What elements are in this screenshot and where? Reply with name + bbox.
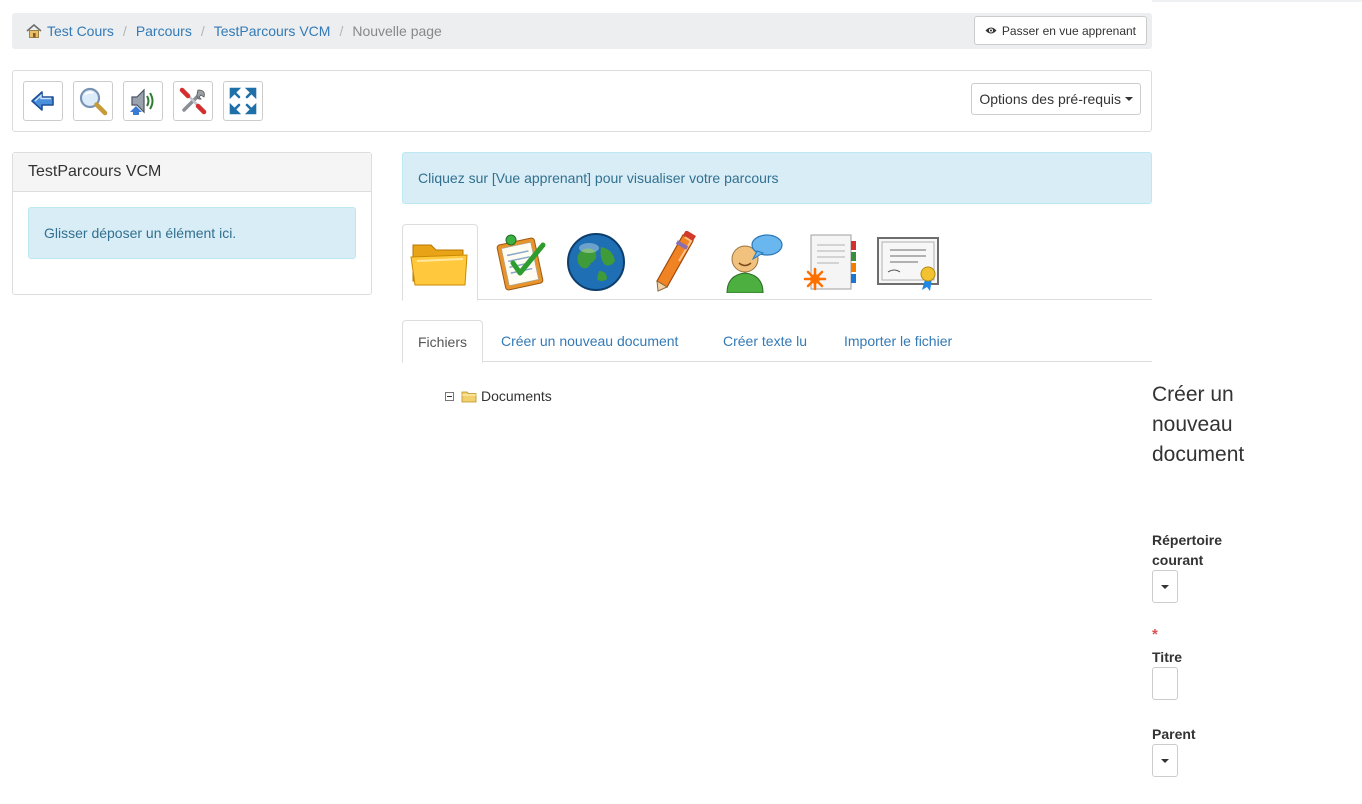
breadcrumb: Test Cours / Parcours / TestParcours VCM…	[12, 13, 1152, 49]
current-directory-select[interactable]	[1152, 570, 1178, 603]
required-marker: *	[1152, 626, 1158, 643]
learner-view-button[interactable]: Passer en vue apprenant	[973, 16, 1147, 45]
current-directory-label: Répertoire courant	[1152, 532, 1223, 568]
eye-icon	[985, 27, 997, 34]
tab-certificate[interactable]	[870, 224, 946, 300]
collapse-icon[interactable]	[445, 391, 454, 401]
tab-quiz[interactable]	[480, 224, 556, 300]
tab-assignments[interactable]	[636, 224, 712, 300]
toolbar: Options des pré-requis	[12, 70, 1152, 132]
forum-user-icon	[726, 234, 783, 293]
speaker-icon	[130, 88, 154, 115]
prerequisites-dropdown[interactable]: Options des pré-requis	[971, 83, 1141, 115]
drop-zone[interactable]: Glisser déposer un élément ici.	[28, 207, 356, 259]
learner-view-label: Passer en vue apprenant	[1001, 23, 1136, 38]
top-edge-line	[1152, 0, 1362, 2]
fullscreen-button[interactable]	[223, 81, 263, 121]
breadcrumb-separator: /	[339, 23, 344, 39]
pen-assignment-icon	[656, 231, 696, 292]
form-title: Créer un nouveau document	[1152, 383, 1245, 466]
audio-button[interactable]	[123, 81, 163, 121]
breadcrumb-current: Nouvelle page	[352, 23, 442, 39]
breadcrumb-label: Test Cours	[47, 23, 114, 39]
breadcrumb-learnpath-link[interactable]: TestParcours VCM	[214, 23, 331, 39]
tab-create-read-text[interactable]: Créer texte lu	[708, 320, 822, 362]
certificate-icon	[877, 237, 939, 291]
tree-root-label[interactable]: Documents	[481, 388, 552, 404]
title-label: Titre	[1152, 649, 1183, 665]
breadcrumb-course-link[interactable]: Test Cours	[26, 23, 114, 39]
magnifier-icon	[79, 87, 108, 116]
breadcrumb-separator: /	[122, 23, 127, 39]
panel-title: TestParcours VCM	[13, 153, 371, 192]
folder-icon	[461, 391, 477, 402]
breadcrumb-parcours-link[interactable]: Parcours	[136, 23, 192, 39]
tab-files[interactable]: Fichiers	[402, 320, 484, 363]
learnpath-panel: TestParcours VCM Glisser déposer un élém…	[12, 152, 372, 295]
resource-tabs	[402, 224, 1152, 301]
fullscreen-icon	[229, 87, 257, 115]
back-button[interactable]	[23, 81, 63, 121]
quiz-checklist-icon	[496, 234, 546, 291]
prerequisites-label: Options des pré-requis	[979, 91, 1121, 107]
tab-notebook[interactable]	[792, 224, 868, 300]
create-document-form: Créer un nouveau document Répertoire cou…	[1152, 380, 1352, 777]
breadcrumb-separator: /	[200, 23, 205, 39]
tools-icon	[179, 87, 207, 115]
back-arrow-icon	[31, 91, 54, 111]
tab-documents[interactable]	[402, 224, 478, 301]
notebook-icon	[803, 234, 856, 291]
preview-button[interactable]	[73, 81, 113, 121]
globe-link-icon	[567, 233, 625, 291]
home-icon	[26, 24, 42, 38]
parent-label: Parent	[1152, 726, 1196, 742]
title-input[interactable]	[1152, 667, 1178, 700]
settings-button[interactable]	[173, 81, 213, 121]
tab-create-document[interactable]: Créer un nouveau document	[486, 320, 693, 362]
caret-down-icon	[1161, 758, 1169, 763]
tab-links[interactable]	[558, 224, 634, 300]
document-tabs: Fichiers Créer un nouveau document Créer…	[402, 320, 1152, 363]
caret-down-icon	[1161, 584, 1169, 589]
tab-import-file[interactable]: Importer le fichier	[829, 320, 967, 362]
info-alert: Cliquez sur [Vue apprenant] pour visuali…	[402, 152, 1152, 204]
folder-icon	[410, 244, 468, 285]
caret-down-icon	[1125, 97, 1133, 101]
document-tree: Documents	[445, 388, 552, 404]
parent-select[interactable]	[1152, 744, 1178, 777]
tab-forums[interactable]	[714, 224, 790, 300]
